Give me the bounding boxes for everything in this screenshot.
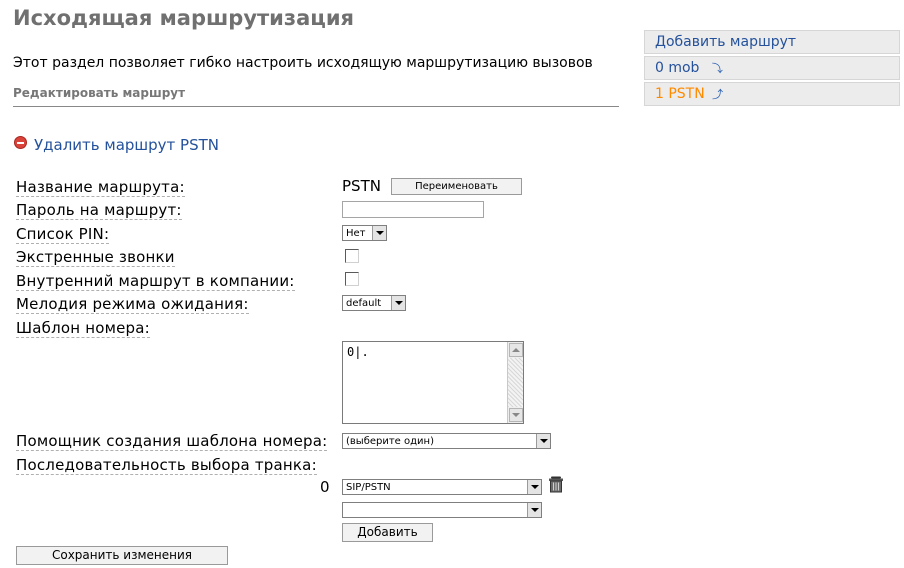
sidebar-item-label: 0 mob	[655, 60, 700, 76]
scroll-up-icon[interactable]	[509, 343, 523, 357]
trunk-select-value: SIP/PSTN	[346, 482, 391, 493]
sidebar-item-route-pstn[interactable]: 1 PSTN ⤴	[644, 82, 900, 106]
pin-list-select[interactable]: Нет	[342, 225, 387, 241]
arrow-up-icon[interactable]: ⤴	[712, 88, 723, 101]
chevron-down-icon	[391, 296, 405, 310]
route-name-label: Название маршрута:	[16, 178, 185, 197]
scroll-down-icon[interactable]	[509, 408, 523, 422]
music-on-hold-label: Мелодия режима ожидания:	[16, 295, 249, 314]
sidebar-item-route-mob[interactable]: 0 mob ⤵	[644, 56, 900, 80]
page-description: Этот раздел позволяет гибко настроить ис…	[13, 55, 593, 71]
subsection-heading: Редактировать маршрут	[13, 86, 186, 100]
scroll-track[interactable]	[508, 358, 523, 407]
pattern-wizard-label: Помощник создания шаблона номера:	[16, 432, 328, 451]
sidebar-item-label: Добавить маршрут	[655, 34, 797, 50]
pin-list-label: Список PIN:	[16, 225, 110, 244]
route-password-label: Пароль на маршрут:	[16, 201, 182, 220]
arrow-down-icon[interactable]: ⤵	[712, 62, 723, 75]
delete-route-link[interactable]: Удалить маршрут PSTN	[14, 136, 219, 154]
textarea-scrollbar[interactable]	[507, 342, 523, 423]
route-password-input[interactable]	[342, 201, 484, 218]
divider	[13, 106, 619, 107]
music-on-hold-value: default	[346, 298, 382, 309]
route-name-value: PSTN	[342, 177, 381, 195]
chevron-down-icon	[527, 503, 541, 517]
chevron-down-icon	[372, 226, 386, 240]
add-trunk-button[interactable]: Добавить	[342, 523, 433, 542]
delete-route-label: Удалить маршрут PSTN	[34, 136, 219, 154]
trash-icon[interactable]	[548, 476, 564, 493]
pattern-wizard-select[interactable]: (выберите один)	[342, 433, 551, 449]
intra-company-label: Внутренний маршрут в компании:	[16, 272, 295, 291]
save-changes-button[interactable]: Сохранить изменения	[16, 546, 228, 565]
dial-pattern-value: 0|.	[347, 345, 369, 359]
dial-pattern-label: Шаблон номера:	[16, 319, 150, 338]
trunk-select-1[interactable]: SIP/PSTN	[342, 479, 542, 495]
chevron-down-icon	[527, 480, 541, 494]
emergency-checkbox[interactable]	[345, 249, 359, 263]
pattern-wizard-value: (выберите один)	[346, 436, 434, 447]
music-on-hold-select[interactable]: default	[342, 295, 406, 311]
page-title: Исходящая маршрутизация	[13, 6, 355, 30]
trunk-index: 0	[320, 478, 330, 496]
sidebar-item-label: 1 PSTN	[655, 86, 705, 102]
intra-company-checkbox[interactable]	[345, 272, 359, 286]
chevron-down-icon	[536, 434, 550, 448]
trunk-sequence-label: Последовательность выбора транка:	[16, 456, 317, 475]
sidebar-item-add-route[interactable]: Добавить маршрут	[644, 30, 900, 54]
route-list-panel: Добавить маршрут 0 mob ⤵ 1 PSTN ⤴	[644, 30, 900, 108]
dial-pattern-textarea[interactable]: 0|.	[342, 341, 524, 424]
minus-circle-icon	[14, 136, 27, 149]
pin-list-value: Нет	[346, 228, 366, 239]
trunk-select-2[interactable]	[342, 502, 542, 518]
rename-button[interactable]: Переименовать	[391, 178, 522, 195]
emergency-label: Экстренные звонки	[16, 248, 175, 267]
